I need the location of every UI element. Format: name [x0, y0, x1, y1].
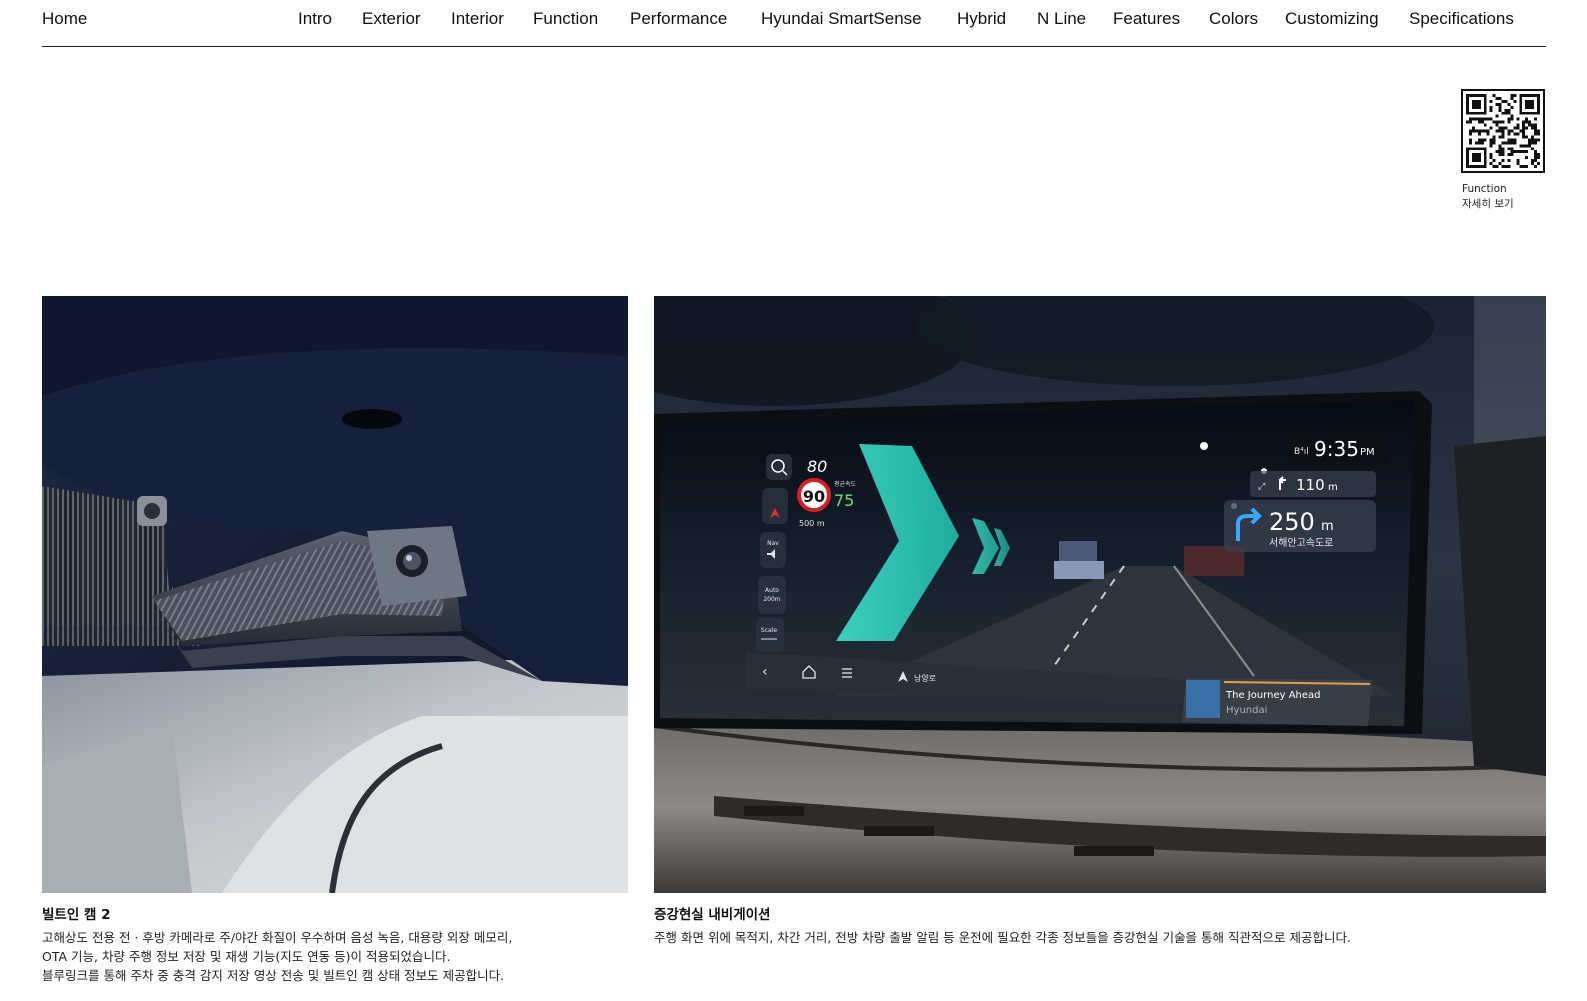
expand-icon[interactable]: ⤢ [1257, 482, 1265, 492]
speed-limit-value: 90 [803, 487, 825, 506]
turn-distance: 250 [1269, 508, 1315, 536]
nav-link-exterior[interactable]: Exterior [362, 9, 421, 29]
signal-icon: B⁴ıl [1294, 447, 1309, 457]
current-speed: 80 [807, 457, 827, 476]
qr-caption-line1: Function [1462, 183, 1507, 195]
builtin-cam-illustration [42, 296, 628, 893]
builtin-cam-desc-line2: OTA 기능, 차량 주행 정보 저장 및 재생 기능(지도 연동 등)이 적용… [42, 949, 451, 964]
album-art[interactable] [1186, 680, 1220, 718]
road-name: 서해안고속도로 [1269, 536, 1333, 549]
average-speed-value: 75 [834, 491, 854, 510]
next-turn-distance: 110 [1296, 476, 1325, 494]
nav-link-features[interactable]: Features [1113, 9, 1180, 29]
section-distance: 500 m [799, 519, 825, 528]
ar-navigation-illustration: Nav Auto 200m Scale 80 90 평균속도 75 500 m … [654, 296, 1546, 893]
auto-zoom-distance: 200m [763, 596, 780, 603]
nav-link-function[interactable]: Function [533, 9, 598, 29]
ar-navigation-title: 증강현실 내비게이션 [654, 907, 771, 923]
qr-code[interactable] [1461, 89, 1545, 173]
nav-link-specifications[interactable]: Specifications [1409, 9, 1514, 29]
nav-link-intro[interactable]: Intro [298, 9, 332, 29]
qr-code-pattern [1466, 94, 1540, 168]
scale-label[interactable]: Scale [761, 627, 777, 634]
builtin-cam-desc-line3: 블루링크를 통해 주차 중 충격 감지 저장 영상 전송 및 빌트인 캠 상태 … [42, 968, 505, 983]
clock-time: 9:35 [1314, 437, 1359, 461]
ar-navigation-caption: 증강현실 내비게이션 주행 화면 위에 목적지, 차간 거리, 전방 차량 출발… [654, 906, 1546, 947]
nav-link-interior[interactable]: Interior [451, 9, 504, 29]
current-location: 남양로 [914, 674, 936, 683]
builtin-cam-photo [42, 296, 628, 893]
nav-link-nline[interactable]: N Line [1037, 9, 1086, 29]
nav-link-customizing[interactable]: Customizing [1285, 9, 1379, 29]
builtin-cam-caption: 빌트인 캠 2 고해상도 전용 전 · 후방 카메라로 주/야간 화질이 우수하… [42, 906, 628, 985]
turn-distance-unit: m [1321, 519, 1334, 534]
average-speed-label: 평균속도 [834, 480, 857, 488]
nav-toggle-label[interactable]: Nav [767, 540, 779, 547]
builtin-cam-title: 빌트인 캠 2 [42, 907, 111, 923]
auto-zoom-label[interactable]: Auto [765, 587, 779, 594]
nav-home-link[interactable]: Home [42, 9, 87, 29]
nav-link-performance[interactable]: Performance [630, 9, 727, 29]
back-icon[interactable]: ‹ [762, 664, 768, 680]
song-title: The Journey Ahead [1225, 690, 1321, 701]
ar-navigation-desc-line1: 주행 화면 위에 목적지, 차간 거리, 전방 차량 출발 알림 등 운전에 필… [654, 930, 1351, 945]
nav-link-colors[interactable]: Colors [1209, 9, 1258, 29]
clock-ampm: PM [1360, 447, 1375, 458]
qr-caption: Function 자세히 보기 [1462, 182, 1514, 212]
top-navigation: Home Intro Exterior Interior Function Pe… [42, 0, 1546, 47]
nav-link-smartsense[interactable]: Hyundai SmartSense [761, 9, 922, 29]
qr-caption-line2: 자세히 보기 [1462, 198, 1514, 210]
ar-navigation-photo: Nav Auto 200m Scale 80 90 평균속도 75 500 m … [654, 296, 1546, 893]
next-turn-unit: m [1328, 482, 1338, 493]
nav-link-hybrid[interactable]: Hybrid [957, 9, 1006, 29]
song-artist: Hyundai [1226, 705, 1267, 716]
builtin-cam-desc-line1: 고해상도 전용 전 · 후방 카메라로 주/야간 화질이 우수하며 음성 녹음,… [42, 930, 513, 945]
